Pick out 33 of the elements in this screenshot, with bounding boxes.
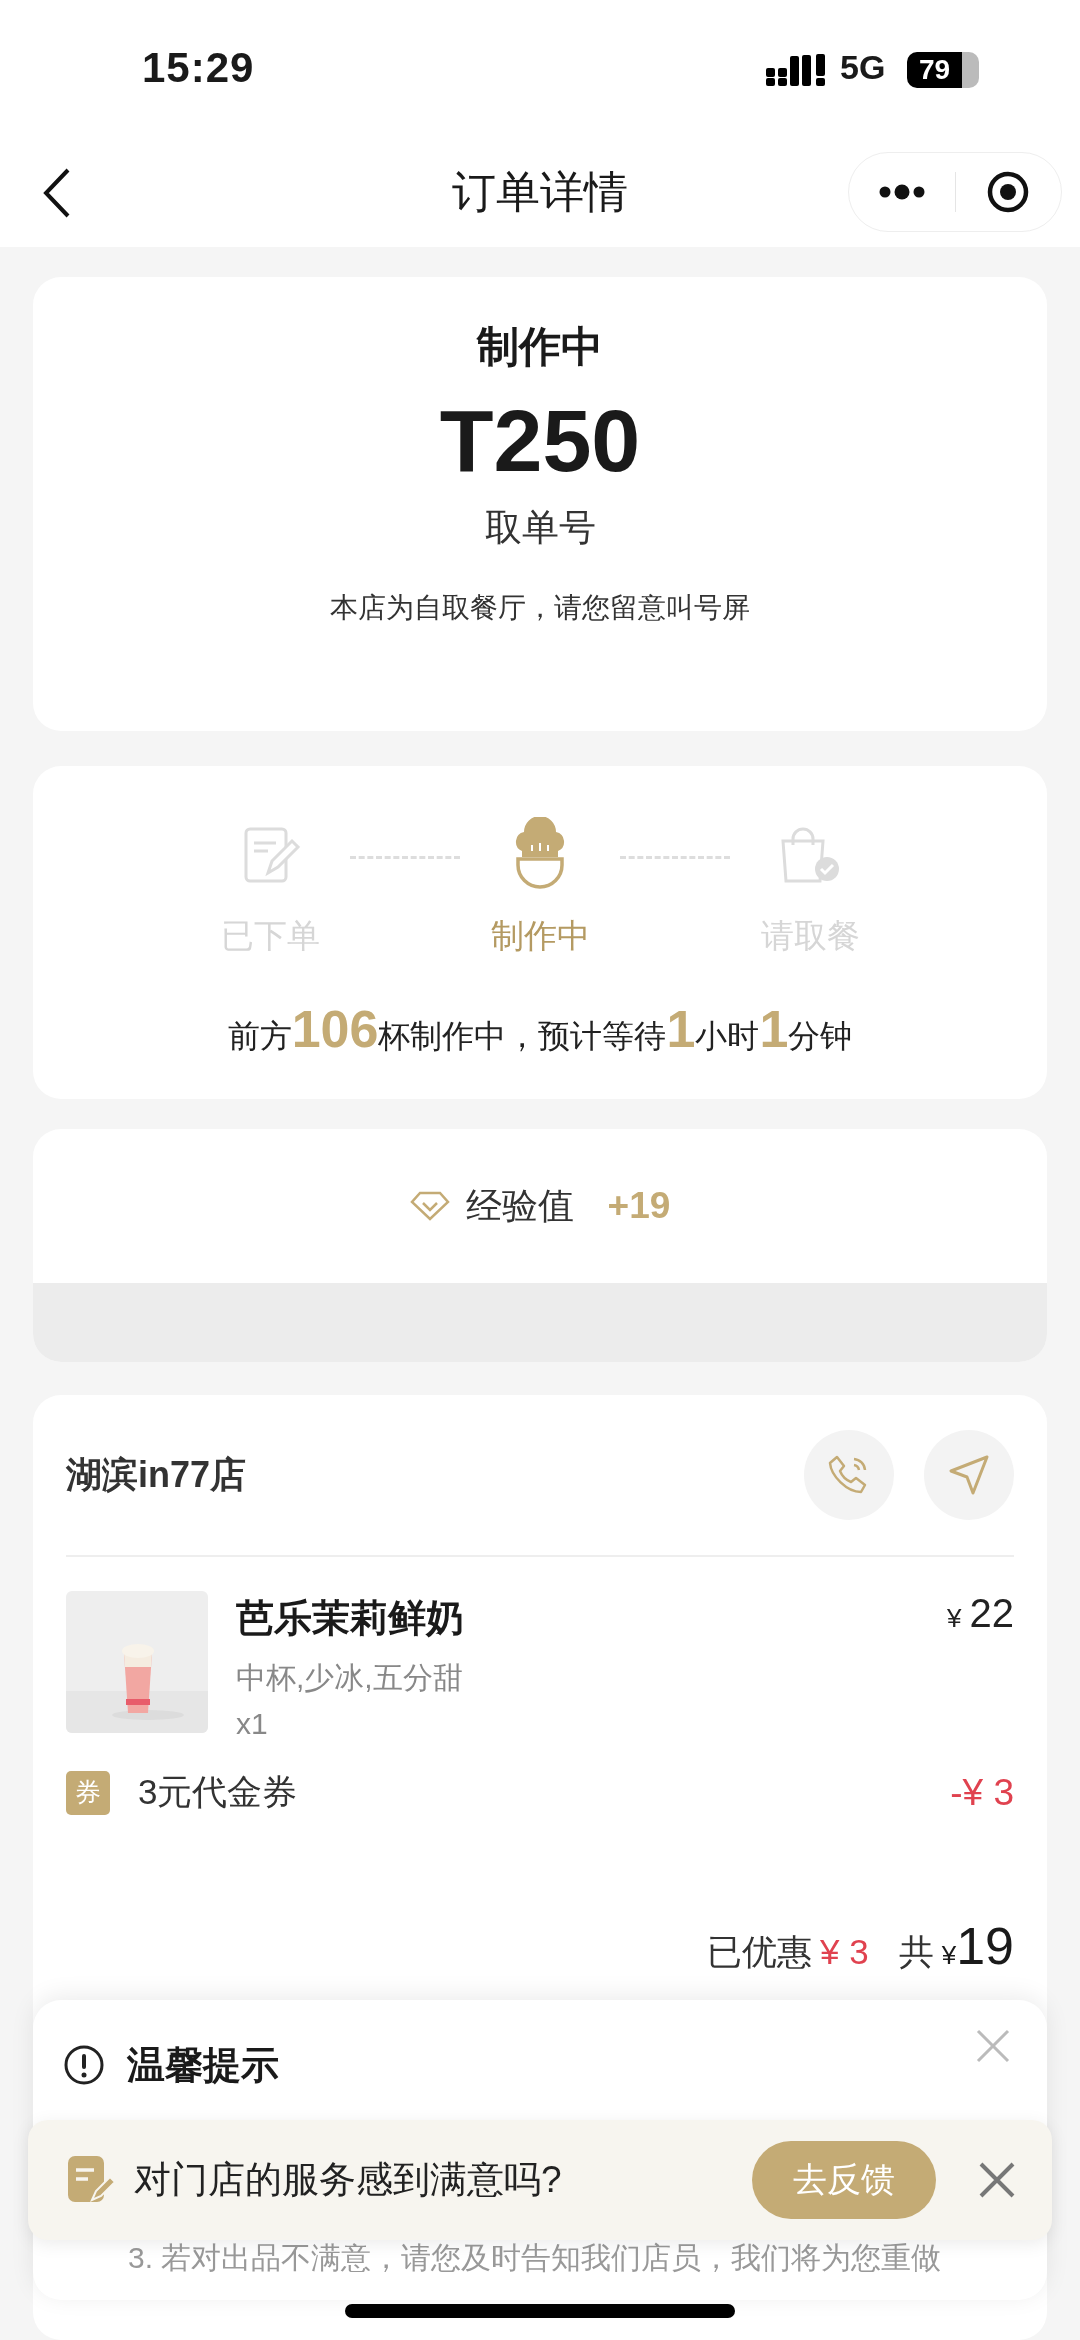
experience-label: 经验值 — [465, 1183, 574, 1228]
target-icon — [986, 170, 1031, 214]
page-title: 订单详情 — [452, 167, 628, 216]
store-name: 湖滨in77店 — [66, 1452, 248, 1497]
feedback-question: 对门店的服务感到满意吗? — [134, 2158, 563, 2202]
pickup-note: 本店为自取餐厅，请您留意叫号屏 — [330, 590, 750, 625]
product-price: ¥ 22 — [947, 1591, 1014, 1638]
coupon-badge: 券 — [66, 1770, 110, 1815]
coupon-amount: -¥ 3 — [950, 1771, 1014, 1814]
total-amount: ¥19 — [941, 1916, 1014, 1977]
total-label: 共 — [898, 1931, 934, 1974]
feedback-button[interactable]: 去反馈 — [752, 2141, 936, 2219]
coupon-label: 3元代金券 — [138, 1771, 299, 1814]
discount-label: 已优惠 — [707, 1931, 813, 1974]
product-specs: 中杯,少冰,五分甜 — [236, 1660, 464, 1697]
pickup-label: 取单号 — [484, 505, 596, 550]
battery-icon: 79 — [907, 52, 979, 88]
network-label: 5G — [840, 48, 886, 87]
tip-title: 温馨提示 — [127, 2042, 279, 2088]
close-button[interactable] — [978, 2161, 1016, 2199]
experience-value: +19 — [607, 1185, 671, 1228]
discount-amount: ¥ 3 — [820, 1932, 869, 1973]
product-quantity: x1 — [236, 1707, 269, 1742]
info-icon — [63, 2044, 105, 2086]
status-time: 15:29 — [142, 44, 255, 92]
diamond-icon — [409, 1191, 450, 1222]
progress-step[interactable]: 制作中 — [490, 914, 590, 960]
queue-text: 前方106杯制作中，预计等待1小时1分钟 — [227, 999, 853, 1060]
tip-text: 3. 若对出品不满意，请您及时告知我们店员，我们将为您重做 — [128, 2240, 942, 2276]
order-status: 制作中 — [477, 321, 603, 372]
pickup-number: T250 — [439, 396, 641, 485]
signal-icon — [766, 54, 828, 86]
product-name: 芭乐茉莉鲜奶 — [236, 1596, 465, 1642]
